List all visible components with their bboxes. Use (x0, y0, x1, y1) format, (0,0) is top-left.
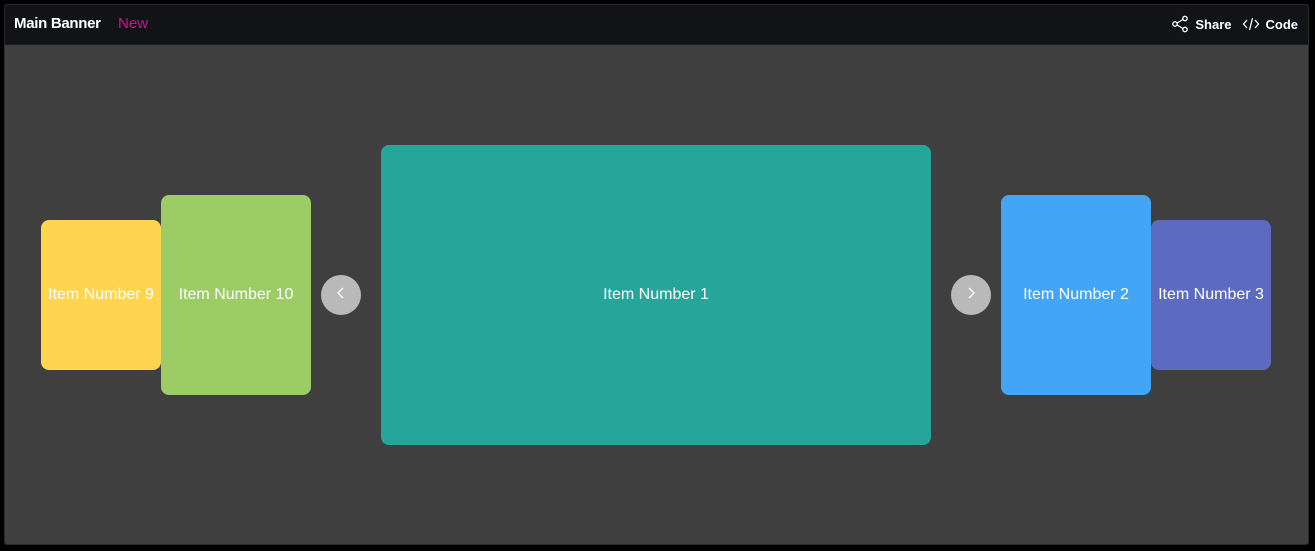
header-actions: Share Code (1171, 15, 1298, 33)
carousel-card[interactable]: Item Number 3 (1151, 220, 1271, 370)
code-icon (1242, 16, 1260, 32)
new-badge: New (118, 15, 149, 32)
carousel-card[interactable]: Item Number 10 (161, 195, 311, 395)
banner-frame: Main Banner New Share Code Item Number 9… (4, 4, 1309, 545)
page-title: Main Banner (14, 15, 101, 32)
card-label: Item Number 3 (1158, 286, 1264, 303)
chevron-right-icon (964, 286, 978, 305)
share-label: Share (1195, 16, 1232, 32)
card-label: Item Number 9 (48, 286, 154, 303)
prev-button[interactable] (321, 275, 361, 315)
next-button[interactable] (951, 275, 991, 315)
carousel-card-active[interactable]: Item Number 1 (381, 145, 931, 445)
carousel: Item Number 9 Item Number 10 Item Number… (5, 45, 1308, 544)
card-label: Item Number 2 (1023, 286, 1129, 303)
code-button[interactable]: Code (1242, 16, 1299, 32)
card-label: Item Number 1 (603, 286, 709, 303)
share-button[interactable]: Share (1171, 15, 1232, 33)
header-bar: Main Banner New Share Code (5, 5, 1308, 45)
card-label: Item Number 10 (178, 286, 294, 303)
share-icon (1171, 15, 1189, 33)
code-label: Code (1265, 16, 1299, 32)
chevron-left-icon (334, 286, 348, 305)
carousel-card[interactable]: Item Number 2 (1001, 195, 1151, 395)
carousel-card[interactable]: Item Number 9 (41, 220, 161, 370)
